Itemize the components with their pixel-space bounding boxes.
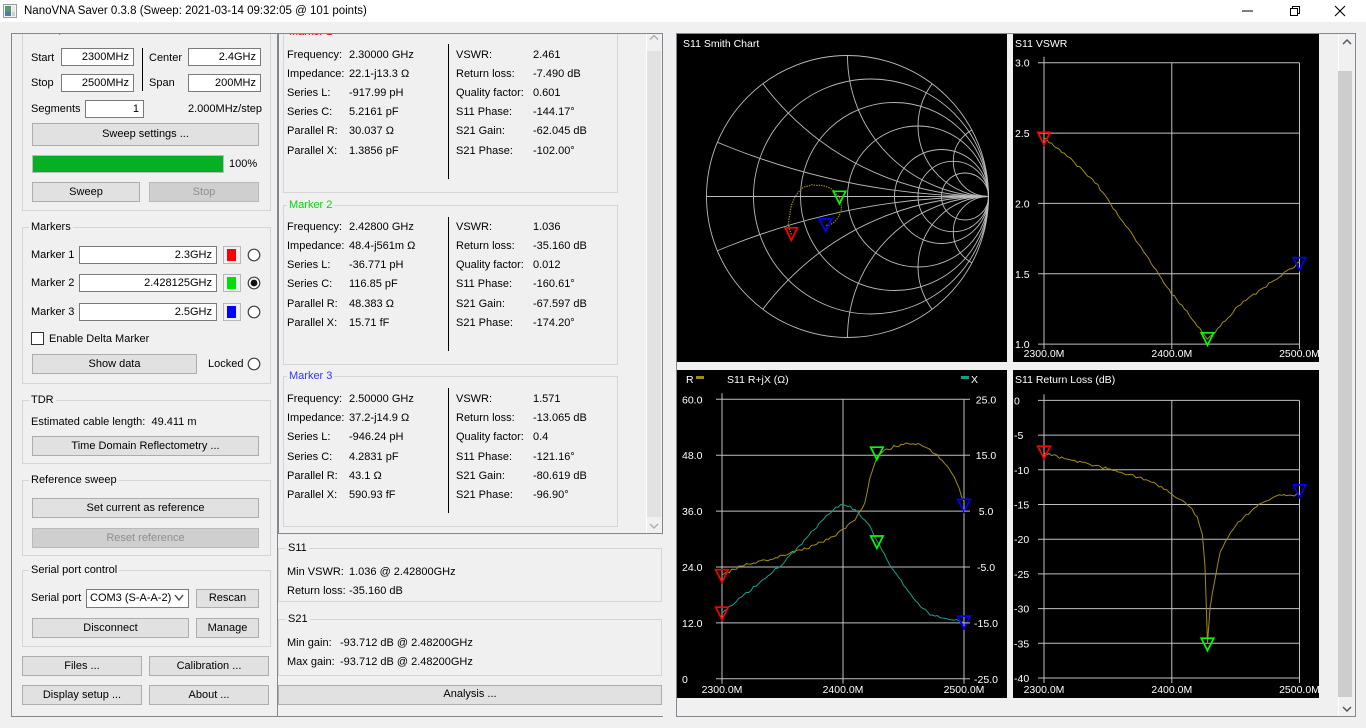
svg-text:R: R [686,374,694,386]
svg-text:S11 Return Loss (dB): S11 Return Loss (dB) [1015,374,1115,386]
svg-text:0: 0 [1014,395,1020,407]
svg-text:S11 Smith Chart: S11 Smith Chart [683,38,759,50]
svg-text:-20: -20 [1014,534,1029,546]
svg-text:2300.0M: 2300.0M [702,684,743,696]
svg-text:S11 VSWR: S11 VSWR [1015,38,1068,50]
svg-text:15.0: 15.0 [976,450,997,462]
svg-text:-35: -35 [1014,638,1029,650]
svg-text:2500.0M: 2500.0M [1279,348,1319,360]
svg-text:-15: -15 [1014,500,1029,512]
svg-text:2300.0M: 2300.0M [1024,348,1065,360]
svg-text:2400.0M: 2400.0M [1151,684,1192,696]
svg-text:-15.0: -15.0 [974,618,998,630]
svg-text:2500.0M: 2500.0M [1279,684,1319,696]
svg-text:-30: -30 [1014,604,1029,616]
svg-text:X: X [971,374,978,386]
svg-text:36.0: 36.0 [682,506,703,518]
svg-text:2500.0M: 2500.0M [944,684,985,696]
svg-text:2400.0M: 2400.0M [1151,348,1192,360]
svg-text:60.0: 60.0 [682,394,703,406]
svg-text:48.0: 48.0 [682,450,703,462]
svg-text:-5: -5 [1014,430,1023,442]
svg-text:S11 R+jX (Ω): S11 R+jX (Ω) [727,374,789,386]
svg-text:1.5: 1.5 [1015,269,1030,281]
svg-text:5.0: 5.0 [979,506,994,518]
svg-text:2.0: 2.0 [1015,198,1030,210]
svg-text:2400.0M: 2400.0M [823,684,864,696]
svg-text:-25: -25 [1014,569,1029,581]
svg-text:2300.0M: 2300.0M [1024,684,1065,696]
svg-text:25.0: 25.0 [976,394,997,406]
svg-text:-10: -10 [1014,465,1029,477]
svg-text:12.0: 12.0 [682,618,703,630]
svg-text:0: 0 [682,674,688,686]
svg-text:2.5: 2.5 [1015,128,1030,140]
svg-text:24.0: 24.0 [682,562,703,574]
svg-text:3.0: 3.0 [1015,58,1030,70]
svg-text:-5.0: -5.0 [977,562,995,574]
